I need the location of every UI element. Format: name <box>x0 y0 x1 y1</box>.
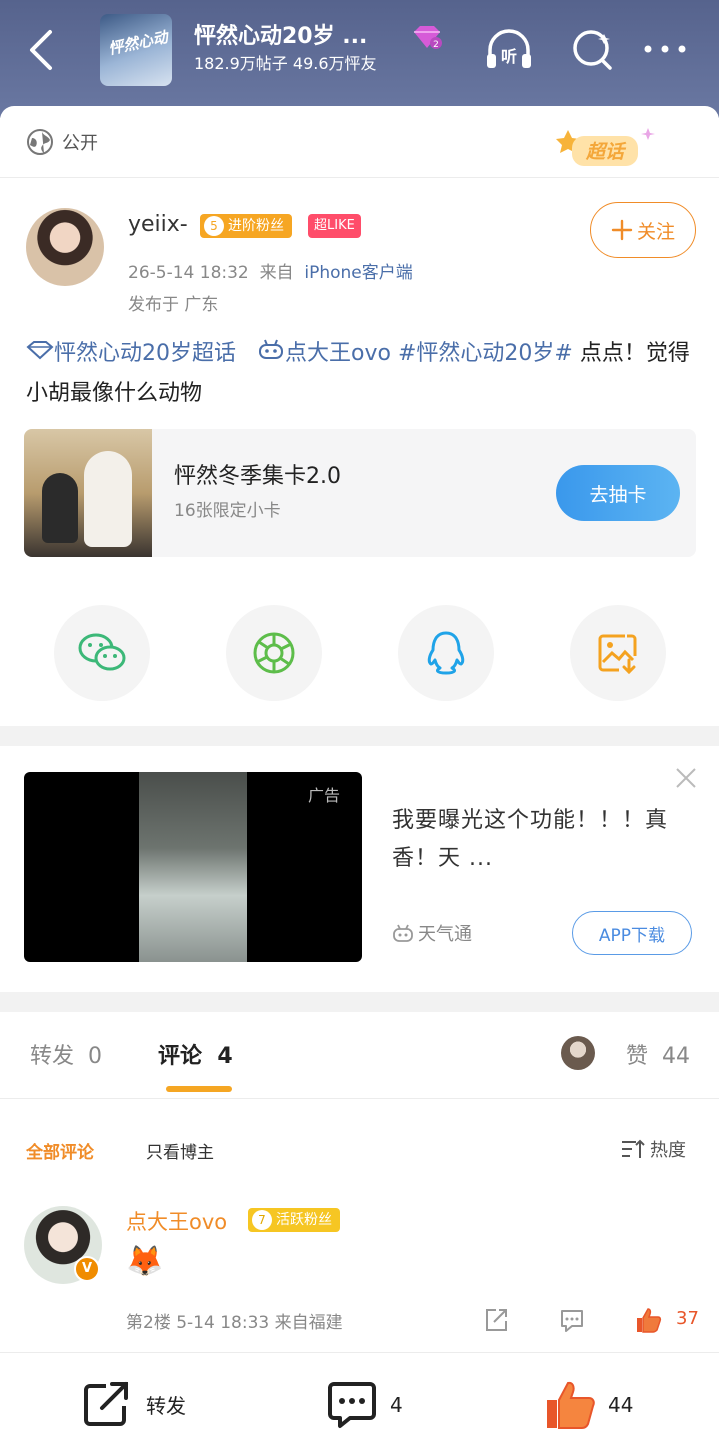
active-tab-indicator <box>166 1086 232 1092</box>
bottom-comment-count: 4 <box>390 1393 403 1417</box>
post-body: 怦然心动20岁超话 点大王ovo #怦然心动20岁# 点点！觉得小胡最像什么动物 <box>26 334 696 414</box>
filter-author-only[interactable]: 只看博主 <box>146 1138 214 1163</box>
share-wechat-button[interactable] <box>54 605 150 701</box>
plus-icon <box>611 219 633 241</box>
like-thumb-icon <box>547 1381 595 1429</box>
comment-meta: 第2楼 5-14 18:33 来自福建 <box>126 1313 343 1333</box>
comment-content: 🦊 <box>126 1244 164 1279</box>
share-qq-button[interactable] <box>398 605 494 701</box>
tab-repost-count: 0 <box>88 1044 103 1069</box>
ad-text[interactable]: 我要曝光这个功能！！！真香！天 ... <box>392 802 682 878</box>
commenter-fan-badge[interactable]: 7 活跃粉丝 <box>248 1208 340 1232</box>
diamond-topic-icon <box>26 341 54 360</box>
topic-title[interactable]: 怦然心动20岁 ... <box>194 18 367 50</box>
promo-card-image <box>24 429 152 557</box>
follow-button[interactable]: 关注 <box>590 202 696 258</box>
super-topic-label: 超话 <box>585 141 627 163</box>
liker-avatar[interactable] <box>561 1036 595 1070</box>
sort-icon <box>622 1139 645 1158</box>
qq-icon <box>427 631 465 675</box>
sort-label: 热度 <box>650 1140 686 1161</box>
section-gap <box>0 992 719 1012</box>
fan-level-label: 进阶粉丝 <box>228 218 284 234</box>
visibility-label: 公开 <box>62 133 98 154</box>
comment-icon <box>328 1382 376 1428</box>
tab-repost[interactable]: 转发 0 <box>30 1038 102 1070</box>
diamond-level-icon: 2 <box>414 26 442 50</box>
tab-comment-count: 4 <box>217 1044 233 1069</box>
author-avatar[interactable] <box>26 208 104 286</box>
bottom-repost-label: 转发 <box>146 1393 186 1418</box>
more-menu-icon[interactable] <box>640 26 690 72</box>
tab-like-count: 44 <box>662 1044 691 1069</box>
sort-by-hot[interactable]: 热度 <box>620 1136 686 1162</box>
close-ad-icon[interactable] <box>674 766 698 790</box>
from-prefix: 来自 <box>259 263 294 283</box>
ad-source: 天气通 <box>392 920 472 946</box>
mention-link[interactable]: 点大王ovo <box>257 339 391 366</box>
ad-source-name: 天气通 <box>418 924 472 945</box>
follow-label: 关注 <box>636 220 675 243</box>
posts-count: 182.9万帖子 <box>194 54 288 73</box>
save-image-button[interactable] <box>570 605 666 701</box>
repost-icon <box>84 1382 128 1426</box>
topic-cover-image[interactable]: 怦然心动 <box>100 14 172 86</box>
commenter-name[interactable]: 点大王ovo <box>126 1206 227 1236</box>
tab-like-label: 赞 <box>626 1044 649 1069</box>
divider <box>0 177 719 178</box>
comment-share-icon[interactable] <box>482 1306 510 1334</box>
post-device[interactable]: iPhone客户端 <box>304 263 412 283</box>
filter-all-comments[interactable]: 全部评论 <box>26 1138 94 1163</box>
globe-icon <box>27 129 53 155</box>
commenter-badge-label: 活跃粉丝 <box>276 1212 332 1228</box>
author-name[interactable]: yeiix- <box>128 212 188 237</box>
topic-link[interactable]: 怦然心动20岁超话 <box>26 341 236 366</box>
fans-count: 49.6万怦友 <box>292 54 377 73</box>
section-gap <box>0 726 719 746</box>
divider <box>0 1098 719 1099</box>
cover-text: 怦然心动 <box>106 27 170 59</box>
tab-repost-label: 转发 <box>30 1044 75 1069</box>
wechat-icon <box>78 633 126 671</box>
hashtag-link[interactable]: #怦然心动20岁# <box>398 341 573 366</box>
comment-like-icon[interactable] <box>634 1306 662 1334</box>
commenter-level-number: 7 <box>252 1210 272 1230</box>
comment-like-count: 37 <box>676 1308 699 1329</box>
promo-card-subtitle: 16张限定小卡 <box>174 501 281 521</box>
moments-icon <box>253 632 295 674</box>
comment-reply-icon[interactable] <box>558 1306 586 1334</box>
draw-card-button[interactable]: 去抽卡 <box>556 465 680 521</box>
back-arrow-icon[interactable] <box>24 28 60 72</box>
bottom-like-button[interactable]: 44 <box>544 1380 633 1430</box>
bottom-like-count: 44 <box>608 1393 634 1417</box>
post-meta: 26-5-14 18:32 来自 iPhone客户端 <box>128 258 413 283</box>
verified-badge: V <box>74 1256 100 1282</box>
weibo-bot-icon <box>258 339 283 359</box>
tab-like[interactable]: 赞 44 <box>626 1038 690 1070</box>
tab-comment-label: 评论 <box>158 1044 203 1069</box>
gem-level: 2 <box>433 40 439 50</box>
weather-bot-icon <box>393 924 413 942</box>
ad-tag: 广告 <box>308 786 341 805</box>
fan-level-badge[interactable]: 5 进阶粉丝 <box>200 214 292 238</box>
app-download-button[interactable]: APP下载 <box>572 911 692 955</box>
bottom-comment-button[interactable]: 4 <box>326 1380 403 1430</box>
listen-label: 听 <box>501 47 517 66</box>
tab-comment[interactable]: 评论 4 <box>158 1038 233 1070</box>
super-topic-badge[interactable]: 超话 <box>552 124 662 174</box>
fan-level-number: 5 <box>204 216 224 236</box>
bottom-repost-button[interactable]: 转发 <box>82 1380 186 1428</box>
promo-card-title: 怦然冬季集卡2.0 <box>174 464 341 489</box>
share-moments-button[interactable] <box>226 605 322 701</box>
save-image-icon <box>598 634 637 674</box>
visibility-indicator: 公开 <box>26 128 98 156</box>
post-location: 发布于 广东 <box>128 295 219 315</box>
topic-stats: 182.9万帖子 49.6万怦友 <box>194 50 377 74</box>
super-like-badge[interactable]: 超LIKE <box>308 214 361 238</box>
listen-headphone-icon[interactable]: 听 <box>484 26 534 72</box>
search-icon[interactable] <box>568 26 618 72</box>
post-time: 26-5-14 18:32 <box>128 263 249 283</box>
